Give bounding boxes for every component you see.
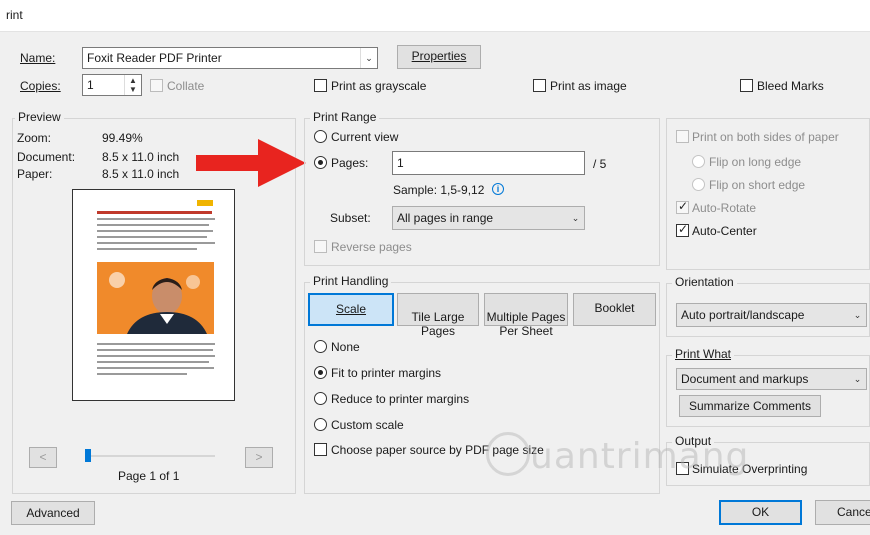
reverse-pages-label: Reverse pages <box>331 240 412 254</box>
scale-none-label: None <box>331 340 360 354</box>
photo-image <box>97 262 214 334</box>
paper-size-value: 8.5 x 11.0 inch <box>102 167 180 181</box>
next-page-label: > <box>255 450 263 464</box>
info-icon[interactable]: i <box>492 183 504 195</box>
bleed-marks-label: Bleed Marks <box>757 79 824 93</box>
both-sides-checkbox[interactable] <box>676 130 689 143</box>
orientation-value: Auto portrait/landscape <box>681 308 805 322</box>
print-what-title: Print What <box>672 347 735 361</box>
total-pages: / 5 <box>593 157 607 171</box>
reverse-pages-checkbox[interactable] <box>314 240 327 253</box>
paper-source-checkbox[interactable] <box>314 443 327 456</box>
document-size-label: Document: <box>17 150 76 164</box>
subset-label: Subset: <box>330 211 371 225</box>
short-edge-radio[interactable] <box>692 178 705 191</box>
properties-button-label: Properties <box>411 49 467 63</box>
next-page-button[interactable]: > <box>245 447 273 468</box>
chevron-down-icon: ⌄ <box>360 48 377 68</box>
tab-tile-large-pages[interactable]: Tile Large Pages <box>397 293 479 338</box>
page-indicator: Page 1 of 1 <box>118 469 180 483</box>
auto-rotate-checkbox[interactable] <box>676 199 689 214</box>
orientation-select[interactable]: Auto portrait/landscape ⌄ <box>676 303 867 327</box>
fit-margins-label: Fit to printer margins <box>331 366 442 380</box>
advanced-button[interactable]: Advanced <box>11 501 95 525</box>
cancel-button[interactable]: Cance <box>815 500 870 525</box>
watermark-text: uantrimang <box>530 436 750 477</box>
fit-margins-radio[interactable] <box>314 366 327 379</box>
tab-booklet[interactable]: Booklet <box>573 293 656 326</box>
scale-none-radio[interactable] <box>314 340 327 353</box>
long-edge-label: Flip on long edge <box>709 155 802 169</box>
sample-text: Sample: 1,5-9,12 <box>393 183 485 197</box>
chevron-down-icon: ⌄ <box>571 213 580 223</box>
custom-scale-radio[interactable] <box>314 418 327 431</box>
print-as-image-label: Print as image <box>550 79 627 93</box>
ok-button-label: OK <box>751 505 770 519</box>
grayscale-checkbox[interactable] <box>314 79 327 92</box>
page-slider-track[interactable] <box>85 455 215 457</box>
current-view-label: Current view <box>331 130 399 144</box>
logo-mark <box>197 200 213 206</box>
printer-select-value: Foxit Reader PDF Printer <box>87 51 222 65</box>
zoom-label: Zoom: <box>17 131 52 145</box>
summarize-comments-button[interactable]: Summarize Comments <box>679 395 821 417</box>
pages-input[interactable]: 1 <box>392 151 585 175</box>
long-edge-radio[interactable] <box>692 155 705 168</box>
chevron-down-icon: ⌄ <box>853 310 862 320</box>
copies-stepper[interactable]: 1 ▲ ▼ <box>82 74 142 96</box>
bleed-marks-checkbox[interactable] <box>740 79 753 92</box>
tab-booklet-label: Booklet <box>594 301 635 315</box>
zoom-value: 99.49% <box>102 131 143 145</box>
copies-label: Copies: <box>20 79 61 93</box>
advanced-button-label: Advanced <box>26 506 80 520</box>
print-range-title: Print Range <box>310 110 380 124</box>
auto-center-label: Auto-Center <box>692 224 757 238</box>
auto-rotate-label: Auto-Rotate <box>692 201 757 215</box>
watermark-logo <box>486 432 530 476</box>
printer-name-label: Name: <box>20 51 56 65</box>
short-edge-label: Flip on short edge <box>709 178 806 192</box>
window-title: rint <box>6 8 23 22</box>
paper-size-label: Paper: <box>17 167 53 181</box>
print-dialog: rint Name: Foxit Reader PDF Printer ⌄ Pr… <box>0 0 870 535</box>
previous-page-button[interactable]: < <box>29 447 57 468</box>
custom-scale-label: Custom scale <box>331 418 404 432</box>
pages-radio[interactable] <box>314 156 327 169</box>
properties-button[interactable]: Properties <box>397 45 481 69</box>
chevron-down-icon: ⌄ <box>853 374 862 384</box>
page-slider-thumb[interactable] <box>85 449 91 462</box>
reduce-margins-radio[interactable] <box>314 392 327 405</box>
tab-scale[interactable]: Scale <box>308 293 394 326</box>
print-handling-title: Print Handling <box>310 274 392 288</box>
collate-checkbox[interactable] <box>150 79 163 92</box>
red-arrow-icon <box>196 139 306 187</box>
tab-scale-label: Scale <box>335 302 367 316</box>
summarize-comments-label: Summarize Comments <box>688 399 812 413</box>
both-sides-label: Print on both sides of paper <box>692 130 839 144</box>
copies-value: 1 <box>87 78 94 92</box>
collate-label: Collate <box>167 79 205 93</box>
preview-group-title: Preview <box>15 110 64 124</box>
ok-button[interactable]: OK <box>719 500 802 525</box>
printer-select[interactable]: Foxit Reader PDF Printer ⌄ <box>82 47 378 69</box>
print-what-select[interactable]: Document and markups ⌄ <box>676 368 867 390</box>
grayscale-label: Print as grayscale <box>331 79 427 93</box>
print-as-image-checkbox[interactable] <box>533 79 546 92</box>
pages-label: Pages: <box>331 156 369 170</box>
orientation-title: Orientation <box>672 275 737 289</box>
subset-select[interactable]: All pages in range ⌄ <box>392 206 585 230</box>
subset-value: All pages in range <box>397 211 494 225</box>
current-view-radio[interactable] <box>314 130 327 143</box>
title-bar: rint <box>0 0 870 32</box>
pages-input-value: 1 <box>397 156 404 170</box>
cancel-button-label: Cance <box>837 505 870 519</box>
previous-page-label: < <box>39 450 47 464</box>
spin-arrows-icon[interactable]: ▲ ▼ <box>124 75 141 95</box>
document-size-value: 8.5 x 11.0 inch <box>102 150 180 164</box>
auto-center-checkbox[interactable] <box>676 222 689 237</box>
print-what-value: Document and markups <box>681 372 809 386</box>
page-preview-thumbnail <box>72 189 235 401</box>
reduce-margins-label: Reduce to printer margins <box>331 392 470 406</box>
tab-multiple-pages[interactable]: Multiple Pages Per Sheet <box>484 293 568 338</box>
